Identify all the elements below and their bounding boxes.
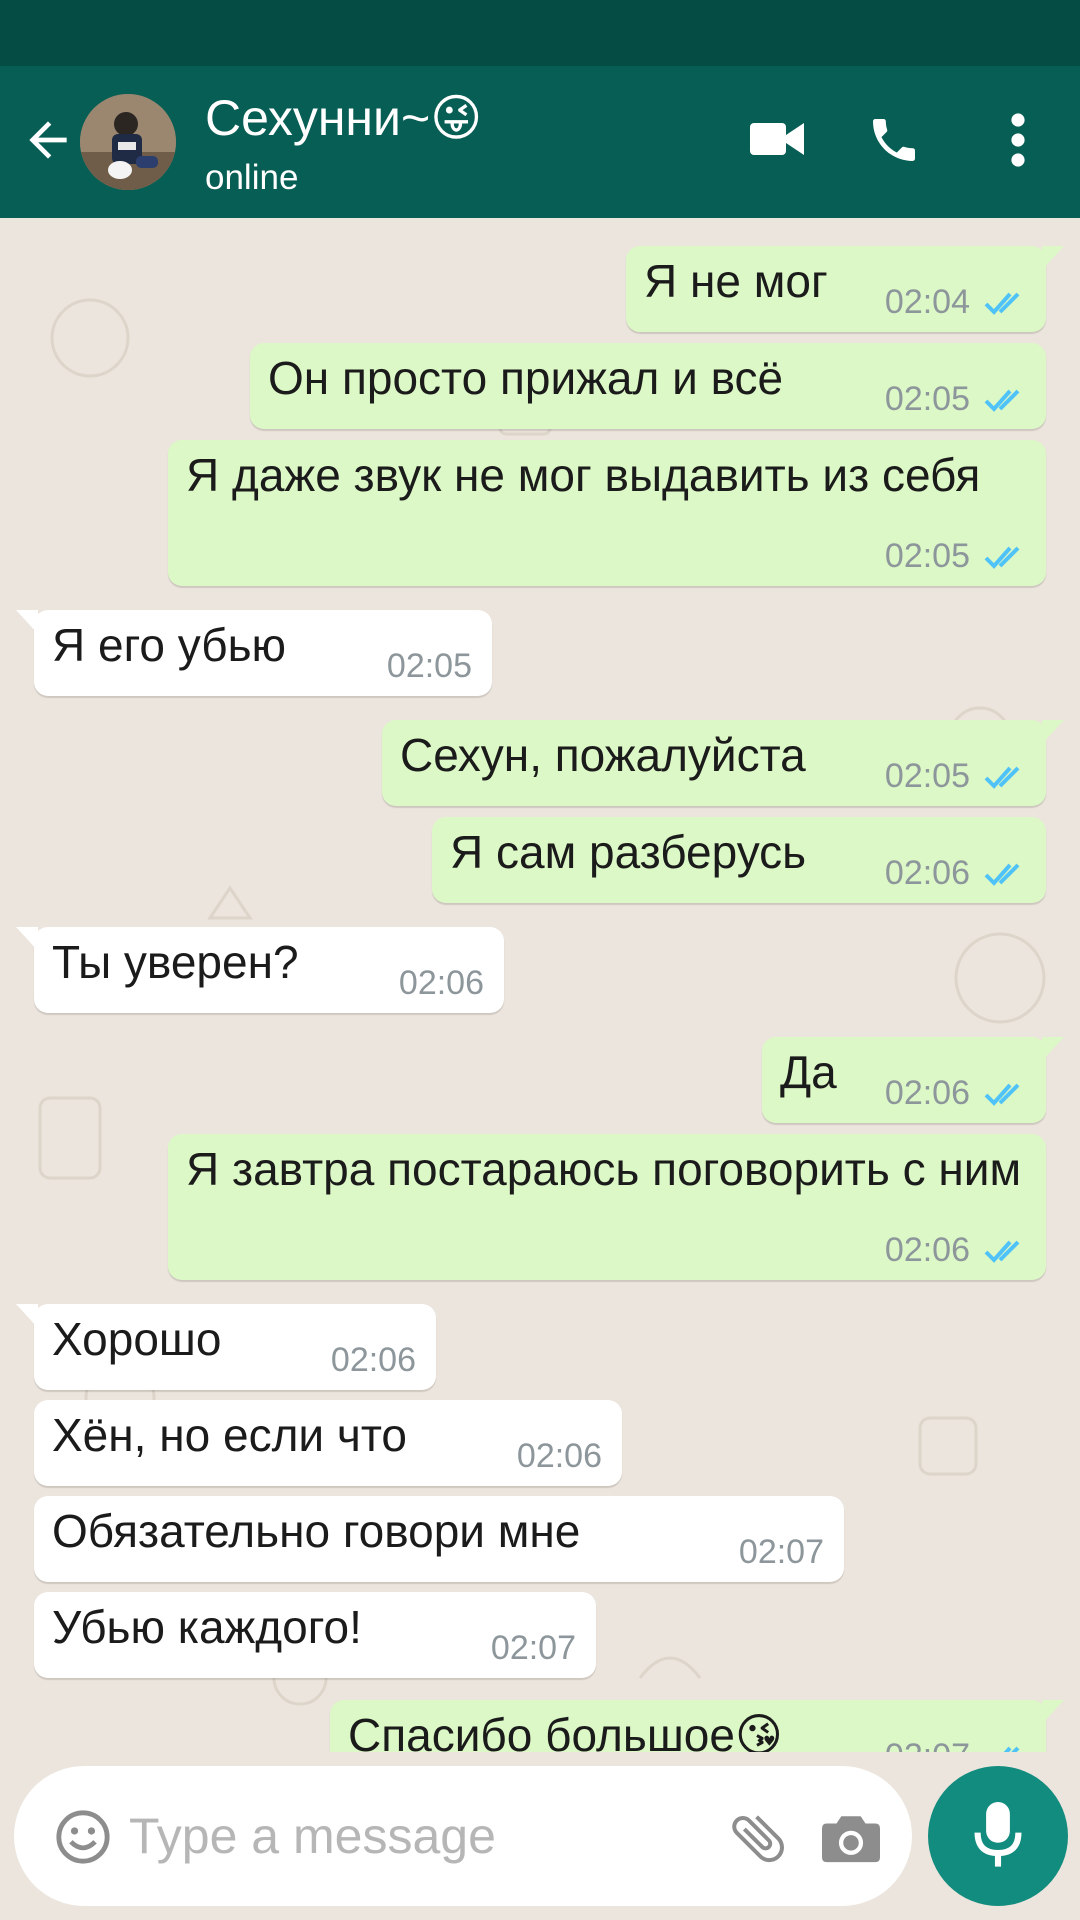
message-text: Хён, но если что: [52, 1409, 407, 1461]
voice-call-icon[interactable]: [866, 112, 922, 168]
incoming-message[interactable]: Обязательно говори мне 02:07: [34, 1496, 844, 1582]
bubble-tail: [1042, 246, 1064, 270]
message-text: Он просто прижал и всё: [268, 352, 784, 404]
message-time: 02:05: [884, 537, 970, 575]
read-ticks-icon: [984, 1240, 1020, 1263]
bubble-tail: [1042, 1700, 1064, 1724]
emoji-icon[interactable]: [54, 1808, 112, 1866]
outgoing-message[interactable]: Да 02:06: [762, 1037, 1064, 1123]
incoming-message[interactable]: Хён, но если что 02:06: [34, 1400, 622, 1486]
message-list[interactable]: Я не мог 02:04 Он просто прижал и всё 02:05…: [0, 218, 1080, 1752]
message-time: 02:06: [516, 1437, 602, 1475]
message-text: Я завтра постараюсь поговорить с ним: [186, 1143, 1022, 1195]
message-time: 02:06: [398, 964, 484, 1002]
message-input[interactable]: Type a message: [129, 1804, 496, 1868]
message-time: 02:06: [884, 854, 970, 892]
attach-icon[interactable]: [726, 1806, 790, 1870]
message-time: 02:06: [330, 1341, 416, 1379]
outgoing-message[interactable]: Я даже звук не мог выдавить из себя 02:05: [168, 440, 1046, 586]
message-composer[interactable]: Type a message: [14, 1766, 912, 1906]
mic-icon: [974, 1802, 1022, 1867]
message-text: Я не мог: [644, 255, 828, 307]
status-bar: [0, 0, 1080, 66]
message-time: 02:07: [490, 1629, 576, 1667]
incoming-message[interactable]: Хорошо 02:06: [16, 1304, 436, 1390]
camera-icon[interactable]: [822, 1810, 880, 1866]
bubble-tail: [16, 610, 38, 634]
message-time: 02:05: [884, 380, 970, 418]
chat-header: Сехунни~😜 online: [0, 66, 1080, 218]
message-text: Я даже звук не мог выдавить из себя: [186, 449, 981, 501]
bubble-tail: [1042, 1037, 1064, 1061]
message-time: 02:05: [884, 757, 970, 795]
chat-screen: Сехунни~😜 online Я не мог 02:04 Он прост…: [0, 0, 1080, 1920]
contact-avatar[interactable]: [80, 94, 176, 190]
message-text: Убью каждого!: [52, 1601, 362, 1653]
read-ticks-icon: [984, 292, 1020, 315]
read-ticks-icon: [984, 863, 1020, 886]
contact-name[interactable]: Сехунни~😜: [205, 86, 482, 150]
read-ticks-icon: [1003, 1746, 1020, 1752]
message-text: Обязательно говори мне: [52, 1505, 581, 1557]
incoming-message[interactable]: Убью каждого! 02:07: [34, 1592, 596, 1678]
contact-status: online: [205, 158, 299, 197]
message-text: Я его убью: [52, 619, 287, 671]
voice-record-button[interactable]: [928, 1766, 1068, 1906]
more-options-icon[interactable]: [1002, 112, 1034, 168]
incoming-message[interactable]: Ты уверен? 02:06: [16, 927, 504, 1013]
message-time: 02:06: [884, 1074, 970, 1112]
read-ticks-icon: [984, 389, 1020, 412]
outgoing-message[interactable]: Сехун, пожалуйста 02:05: [382, 720, 1064, 806]
bubble-tail: [16, 1304, 38, 1328]
read-ticks-icon: [984, 546, 1020, 569]
read-ticks-icon: [984, 766, 1020, 789]
outgoing-message[interactable]: Я завтра постараюсь поговорить с ним 02:0…: [168, 1134, 1046, 1280]
bubble-tail: [16, 927, 38, 951]
message-text: Ты уверен?: [52, 936, 299, 988]
read-ticks-icon: [984, 1083, 1020, 1106]
message-time: 02:07: [738, 1533, 824, 1571]
message-text: Сехун, пожалуйста: [400, 729, 806, 781]
back-arrow-icon[interactable]: [20, 112, 76, 168]
message-text: Я сам разберусь: [450, 826, 807, 878]
message-time: 02:04: [884, 283, 970, 321]
video-call-icon[interactable]: [750, 119, 804, 159]
message-time: 02:05: [386, 647, 472, 685]
message-time: 02:07: [885, 1736, 970, 1752]
message-text: Да: [780, 1046, 837, 1098]
message-text: Хорошо: [52, 1313, 222, 1365]
outgoing-message[interactable]: Он просто прижал и всё 02:05: [250, 343, 1046, 429]
bubble-tail: [1042, 720, 1064, 744]
outgoing-message[interactable]: Я не мог 02:04: [626, 246, 1064, 332]
message-time: 02:06: [884, 1231, 970, 1269]
incoming-message[interactable]: Я его убью 02:05: [16, 610, 492, 696]
outgoing-message[interactable]: Я сам разберусь 02:06: [432, 817, 1046, 903]
message-text: Спасибо большое😘: [348, 1709, 783, 1752]
outgoing-message[interactable]: Спасибо большое😘 02:07: [330, 1700, 1064, 1752]
